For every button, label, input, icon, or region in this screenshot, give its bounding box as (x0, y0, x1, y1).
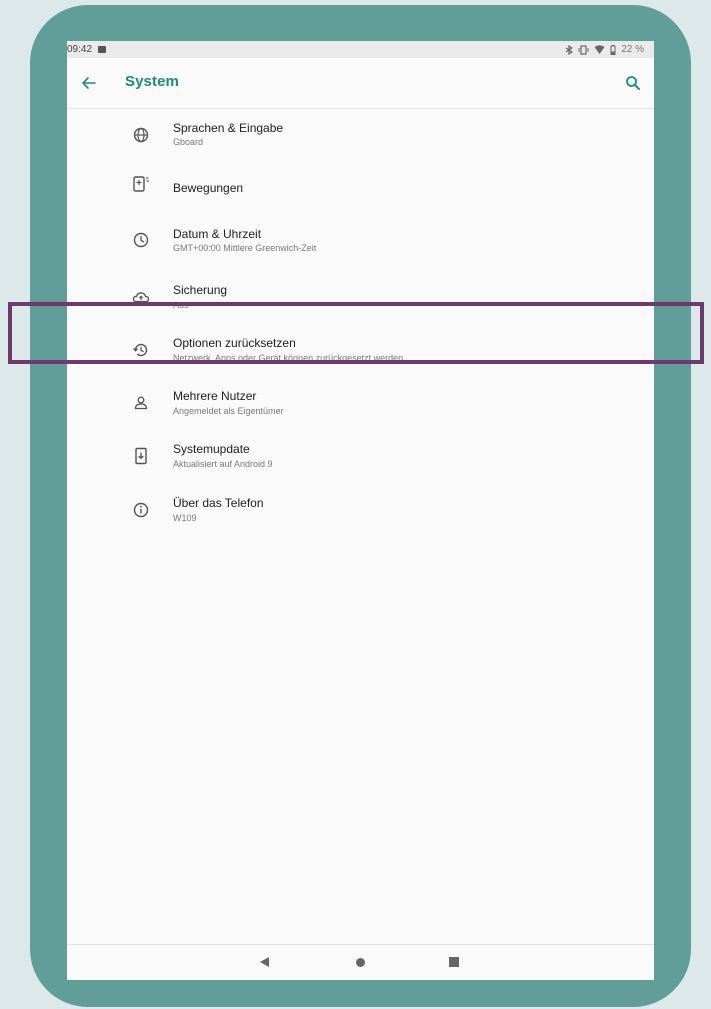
status-left: 09:42 (67, 44, 107, 55)
list-item-multiple-users[interactable]: Mehrere Nutzer Angemeldet als Eigentümer (67, 371, 654, 423)
list-item-gestures[interactable]: Bewegungen (67, 161, 654, 213)
item-subtitle-system-update: Aktualisiert auf Android 9 (173, 459, 273, 469)
item-title-system-update: Systemupdate (173, 442, 250, 456)
stage: 09:42 22 % System Sprachen & Eingabe Gbo… (0, 0, 711, 1009)
list-item-about-phone[interactable]: Über das Telefon W109 (67, 477, 654, 529)
restore-icon (133, 343, 148, 357)
battery-icon (610, 44, 616, 55)
bluetooth-icon (565, 44, 574, 55)
item-title-multiple-users: Mehrere Nutzer (173, 389, 257, 403)
item-title-reset-options: Optionen zurücksetzen (173, 336, 296, 350)
item-title-date-time: Datum & Uhrzeit (173, 227, 262, 241)
info-icon (133, 502, 149, 518)
list-item-reset-options[interactable]: Optionen zurücksetzen Netzwerk, Apps ode… (67, 318, 654, 370)
system-update-icon (135, 447, 147, 465)
device-screen: 09:42 22 % System Sprachen & Eingabe Gbo… (67, 41, 654, 980)
item-subtitle-backup: Aus (173, 300, 189, 310)
item-title-gestures: Bewegungen (173, 181, 244, 195)
status-right: 22 % (565, 44, 644, 55)
app-bar: System (67, 58, 654, 109)
page-title: System (125, 73, 179, 90)
nav-back-triangle-icon[interactable] (260, 957, 269, 967)
wifi-icon (594, 44, 605, 54)
item-title-backup: Sicherung (173, 283, 228, 297)
vibrate-icon (578, 44, 589, 55)
phone-gesture-icon (133, 176, 149, 192)
item-subtitle-multiple-users: Angemeldet als Eigentümer (173, 406, 284, 416)
search-icon[interactable] (624, 74, 642, 92)
list-item-languages[interactable]: Sprachen & Eingabe Gboard (67, 109, 654, 161)
nav-home-circle-icon[interactable] (356, 958, 365, 967)
status-time: 09:42 (67, 44, 93, 55)
nav-recents-square-icon[interactable] (449, 957, 459, 967)
arrow-left-icon[interactable] (79, 73, 99, 93)
clock-icon (133, 232, 149, 248)
list-item-date-time[interactable]: Datum & Uhrzeit GMT+00:00 Mittlere Green… (67, 213, 654, 265)
person-icon (134, 396, 148, 410)
item-title-languages: Sprachen & Eingabe (173, 121, 284, 135)
list-item-backup[interactable]: Sicherung Aus (67, 265, 654, 317)
item-subtitle-about-phone: W109 (173, 513, 197, 523)
item-subtitle-languages: Gboard (173, 137, 204, 147)
globe-icon (133, 127, 149, 143)
item-subtitle-reset-options: Netzwerk, Apps oder Gerät können zurückg… (173, 353, 404, 363)
cloud-upload-icon (132, 292, 150, 303)
item-subtitle-date-time: GMT+00:00 Mittlere Greenwich-Zeit (173, 243, 317, 253)
list-item-system-update[interactable]: Systemupdate Aktualisiert auf Android 9 (67, 424, 654, 476)
navigation-bar (67, 944, 654, 980)
status-bar: 09:42 22 % (67, 41, 654, 58)
image-notification-icon (98, 46, 107, 53)
item-title-about-phone: Über das Telefon (173, 496, 264, 510)
battery-percent: 22 % (621, 44, 644, 55)
